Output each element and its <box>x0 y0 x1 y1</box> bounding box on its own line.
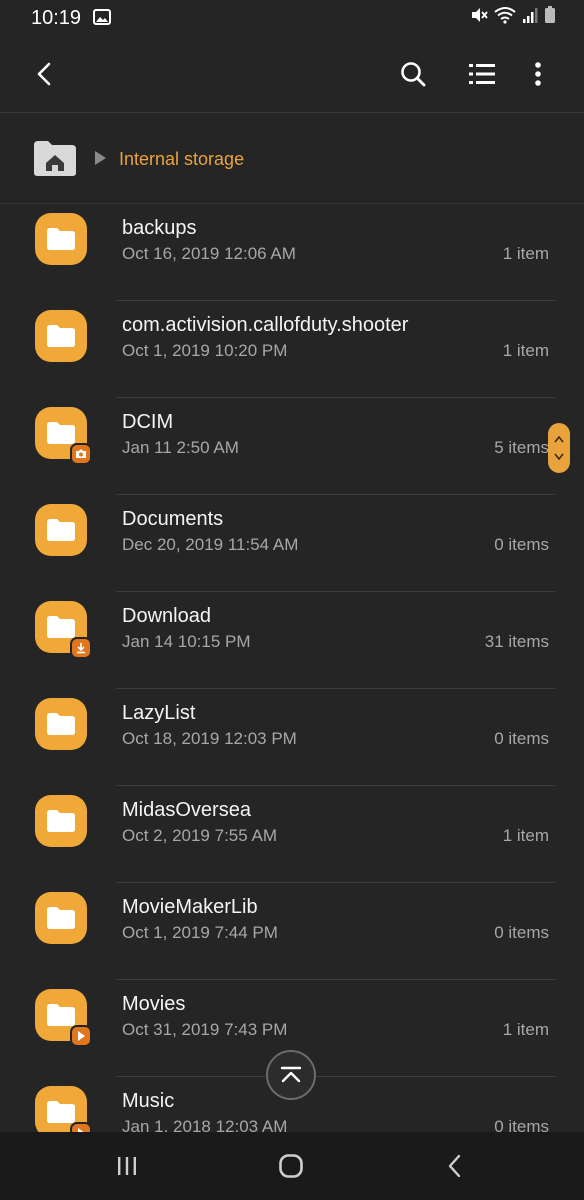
file-name: backups <box>122 217 197 239</box>
status-bar: 10:19 <box>0 0 584 36</box>
file-name: MovieMakerLib <box>122 896 258 918</box>
back-chevron-icon[interactable] <box>433 1144 477 1188</box>
folder-icon <box>35 698 87 750</box>
list-view-icon[interactable] <box>460 52 504 96</box>
list-item[interactable]: Documents Dec 20, 2019 11:54 AM 0 items <box>0 495 584 592</box>
file-date: Jan 1, 2018 12:03 AM <box>122 1117 288 1132</box>
list-item[interactable]: Download Jan 14 10:15 PM 31 items <box>0 592 584 689</box>
image-icon <box>93 9 111 25</box>
list-item[interactable]: LazyList Oct 18, 2019 12:03 PM 0 items <box>0 689 584 786</box>
file-name: LazyList <box>122 702 196 724</box>
breadcrumb: Internal storage <box>0 113 584 204</box>
file-date: Dec 20, 2019 11:54 AM <box>122 535 299 554</box>
scroll-handle-icon <box>554 435 564 461</box>
file-name: MidasOversea <box>122 799 251 821</box>
folder-icon <box>35 310 87 362</box>
list-item[interactable]: MidasOversea Oct 2, 2019 7:55 AM 1 item <box>0 786 584 883</box>
mute-icon <box>470 6 488 29</box>
file-list: backups Oct 16, 2019 12:06 AM 1 item com… <box>0 204 584 1132</box>
play-icon <box>70 1025 92 1047</box>
file-name: Movies <box>122 993 186 1015</box>
file-date: Oct 2, 2019 7:55 AM <box>122 826 277 845</box>
search-icon[interactable] <box>391 52 435 96</box>
status-time: 10:19 <box>31 7 82 29</box>
scroll-to-top-button[interactable] <box>266 1050 316 1100</box>
file-count: 1 item <box>502 1020 549 1039</box>
wifi-icon <box>494 6 516 29</box>
file-date: Oct 16, 2019 12:06 AM <box>122 244 296 263</box>
file-name: com.activision.callofduty.shooter <box>122 314 409 336</box>
file-count: 0 items <box>494 923 549 942</box>
breadcrumb-arrow-icon <box>95 151 106 165</box>
download-icon <box>70 637 92 659</box>
folder-icon <box>35 892 87 944</box>
music-icon <box>70 1122 92 1132</box>
app-bar <box>0 36 584 113</box>
list-item[interactable]: backups Oct 16, 2019 12:06 AM 1 item <box>0 204 584 301</box>
folder-icon <box>35 795 87 847</box>
battery-icon <box>544 5 556 29</box>
file-date: Oct 1, 2019 7:44 PM <box>122 923 278 942</box>
folder-icon <box>35 504 87 556</box>
file-count: 31 items <box>484 632 549 651</box>
file-date: Oct 1, 2019 10:20 PM <box>122 341 288 360</box>
scroll-top-icon <box>280 1066 302 1083</box>
file-name: Music <box>122 1090 175 1112</box>
file-name: Documents <box>122 508 224 530</box>
file-date: Oct 18, 2019 12:03 PM <box>122 729 297 748</box>
home-circle-icon[interactable] <box>269 1144 313 1188</box>
list-item[interactable]: MovieMakerLib Oct 1, 2019 7:44 PM 0 item… <box>0 883 584 980</box>
file-date: Oct 31, 2019 7:43 PM <box>122 1020 288 1039</box>
breadcrumb-internal-storage[interactable]: Internal storage <box>119 149 244 170</box>
file-date: Jan 11 2:50 AM <box>122 438 239 457</box>
list-item[interactable]: DCIM Jan 11 2:50 AM 5 items <box>0 398 584 495</box>
file-date: Jan 14 10:15 PM <box>122 632 251 651</box>
file-count: 5 items <box>494 438 549 457</box>
file-count: 1 item <box>502 341 549 360</box>
file-count: 0 items <box>494 1117 549 1132</box>
folder-icon <box>35 213 87 265</box>
list-item[interactable]: com.activision.callofduty.shooter Oct 1,… <box>0 301 584 398</box>
more-vert-icon[interactable] <box>516 52 560 96</box>
scroll-thumb[interactable] <box>548 423 570 473</box>
status-icons <box>470 5 556 29</box>
file-count: 1 item <box>502 244 549 263</box>
file-count: 0 items <box>494 535 549 554</box>
file-count: 1 item <box>502 826 549 845</box>
recents-icon[interactable] <box>105 1144 149 1188</box>
file-name: Download <box>122 605 211 627</box>
camera-icon <box>70 443 92 465</box>
file-count: 0 items <box>494 729 549 748</box>
signal-icon <box>522 6 538 29</box>
nav-bar <box>0 1132 584 1200</box>
home-icon[interactable] <box>32 139 78 177</box>
back-arrow-icon[interactable] <box>23 52 67 96</box>
file-name: DCIM <box>122 411 174 433</box>
